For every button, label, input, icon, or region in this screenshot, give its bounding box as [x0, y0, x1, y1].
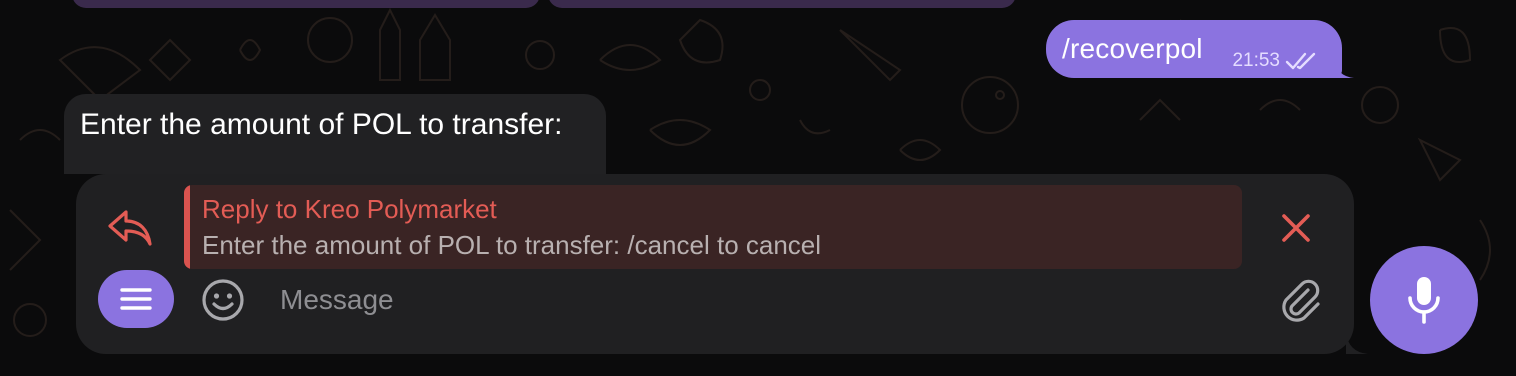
message-meta: 21:53 — [1232, 50, 1320, 72]
message-composer: Reply to Kreo Polymarket Enter the amoun… — [76, 174, 1368, 354]
menu-icon — [120, 288, 152, 310]
bubble-tail — [1334, 58, 1354, 78]
emoji-icon[interactable] — [200, 277, 246, 323]
previous-bubble — [72, 0, 540, 8]
voice-record-button[interactable] — [1370, 246, 1478, 354]
composer-tail — [1346, 332, 1368, 354]
bot-menu-button[interactable] — [98, 270, 174, 328]
incoming-message-text: Enter the amount of POL to transfer: — [80, 108, 563, 141]
close-icon[interactable] — [1276, 208, 1316, 248]
previous-bubble — [548, 0, 1016, 8]
outgoing-message-text: /recoverpol — [1062, 33, 1203, 64]
double-check-icon — [1285, 52, 1316, 70]
reply-preview[interactable]: Reply to Kreo Polymarket Enter the amoun… — [184, 185, 1242, 269]
message-time: 21:53 — [1232, 50, 1280, 71]
reply-title: Reply to Kreo Polymarket — [202, 194, 497, 224]
incoming-message-bubble[interactable]: Enter the amount of POL to transfer: — [64, 94, 606, 174]
microphone-icon — [1408, 277, 1440, 324]
reply-arrow-icon — [108, 210, 152, 246]
outgoing-message-bubble[interactable]: /recoverpol 21:53 — [1046, 20, 1354, 78]
chat-view: /recoverpol 21:53 Enter the amount of PO… — [0, 0, 1516, 376]
paperclip-icon[interactable] — [1278, 278, 1324, 324]
reply-accent-bar — [184, 185, 190, 269]
message-input[interactable] — [280, 277, 1240, 323]
reply-quoted-text: Enter the amount of POL to transfer: /ca… — [202, 230, 822, 260]
